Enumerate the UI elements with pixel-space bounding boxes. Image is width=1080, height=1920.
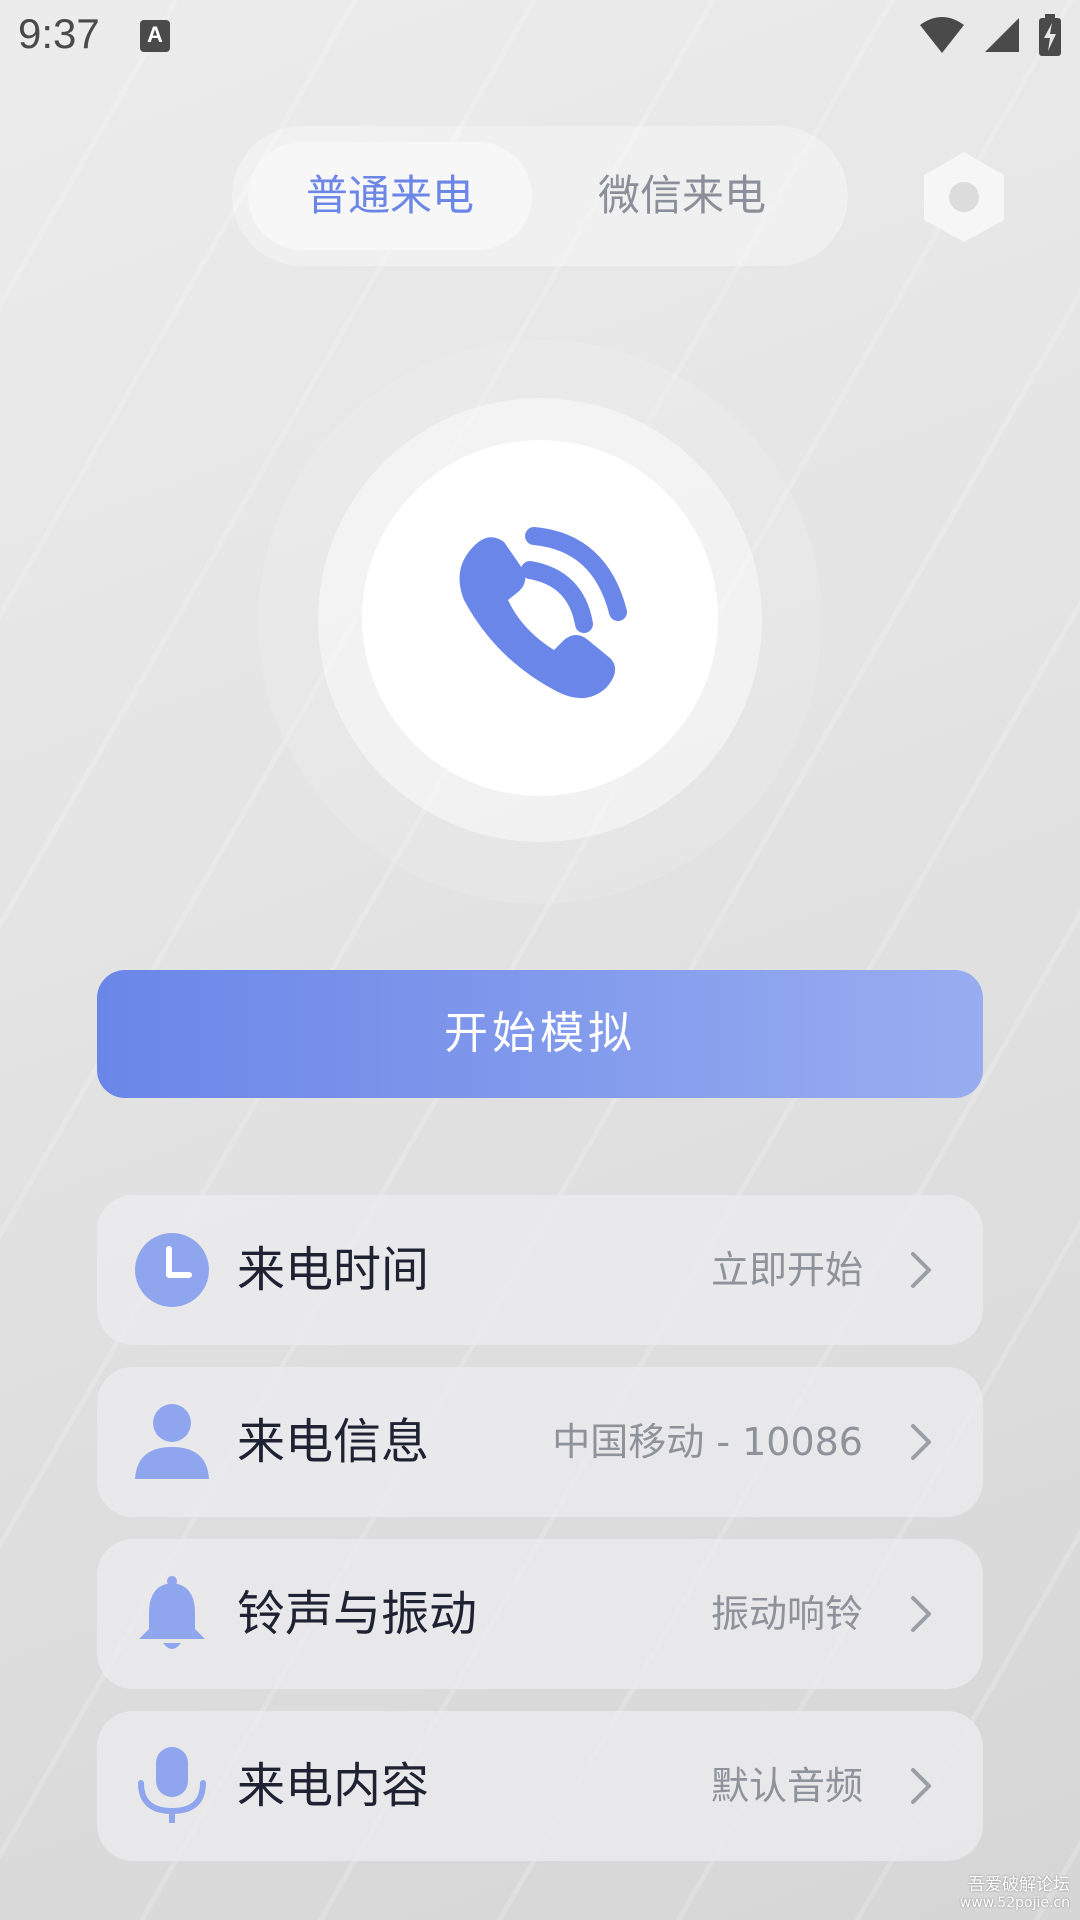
setting-value: 默认音频 <box>710 1764 863 1808</box>
clock-icon <box>135 1233 209 1307</box>
user-icon <box>135 1404 209 1479</box>
chevron-right-icon <box>911 1596 931 1632</box>
setting-title: 来电内容 <box>237 1758 430 1814</box>
setting-value: 中国移动 - 10086 <box>552 1420 863 1464</box>
tab-normal-call[interactable]: 普通来电 <box>248 142 532 250</box>
setting-value: 立即开始 <box>710 1248 863 1292</box>
setting-call-content[interactable]: 来电内容 默认音频 <box>97 1711 983 1861</box>
status-icons <box>906 14 1062 56</box>
phone-call-icon <box>459 527 627 699</box>
setting-title: 铃声与振动 <box>237 1586 478 1642</box>
chevron-right-icon <box>911 1252 931 1288</box>
tab-wechat-call[interactable]: 微信来电 <box>532 142 832 250</box>
wifi-icon <box>919 17 964 53</box>
setting-value: 振动响铃 <box>710 1592 863 1636</box>
watermark-line-1: 吾爱破解论坛 <box>968 1874 1070 1895</box>
watermark: 吾爱破解论坛 www.52pojie.cn <box>960 1875 1070 1912</box>
chevron-right-icon <box>911 1424 931 1460</box>
bell-icon <box>139 1576 205 1649</box>
settings-hexagon-icon <box>924 152 1004 242</box>
status-bar: 9:37 A <box>0 0 1080 72</box>
setting-title: 来电时间 <box>237 1242 430 1298</box>
call-preview-circle[interactable] <box>362 440 718 796</box>
setting-call-time[interactable]: 来电时间 立即开始 <box>97 1195 983 1345</box>
setting-ringtone-vibration[interactable]: 铃声与振动 振动响铃 <box>97 1539 983 1689</box>
start-simulation-button[interactable]: 开始模拟 <box>97 970 983 1098</box>
setting-caller-info[interactable]: 来电信息 中国移动 - 10086 <box>97 1367 983 1517</box>
microphone-icon <box>138 1747 206 1823</box>
setting-title: 来电信息 <box>237 1414 430 1470</box>
battery-charging-icon <box>1039 14 1061 56</box>
chevron-right-icon <box>911 1768 931 1804</box>
signal-icon <box>984 18 1019 52</box>
call-type-tabs: 普通来电 微信来电 <box>232 126 848 266</box>
settings-button[interactable] <box>920 150 1008 244</box>
status-time: 9:37 <box>18 10 100 57</box>
keyboard-indicator-icon: A <box>140 20 170 52</box>
watermark-line-2: www.52pojie.cn <box>959 1895 1070 1912</box>
